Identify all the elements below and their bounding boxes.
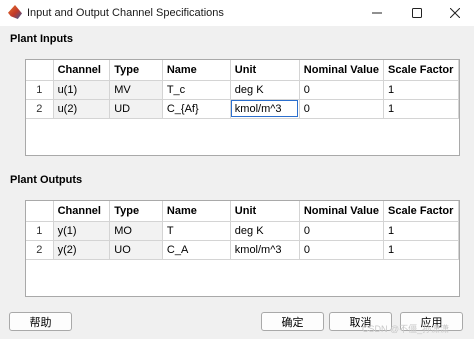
column-header-channel[interactable]: Channel <box>53 60 111 81</box>
plant-outputs-table: Channel Type Name Unit Nominal Value Sca… <box>25 200 460 297</box>
nominal-value-cell[interactable]: 0 <box>299 99 385 119</box>
channel-cell: y(2) <box>53 240 111 260</box>
column-header-type[interactable]: Type <box>109 60 163 81</box>
unit-cell[interactable]: deg K <box>230 80 300 100</box>
column-header-channel[interactable]: Channel <box>53 201 111 222</box>
name-cell[interactable]: T <box>162 221 231 241</box>
column-header-unit[interactable]: Unit <box>230 60 300 81</box>
unit-cell[interactable]: kmol/m^3 <box>230 240 300 260</box>
column-header-nominal-value[interactable]: Nominal Value <box>299 60 385 81</box>
row-number: 1 <box>26 221 54 241</box>
matlab-icon <box>8 5 22 19</box>
table-header-row: Channel Type Name Unit Nominal Value Sca… <box>26 201 459 222</box>
column-header-scale-factor[interactable]: Scale Factor <box>383 60 459 81</box>
name-cell[interactable]: T_c <box>162 80 231 100</box>
plant-inputs-grid: Channel Type Name Unit Nominal Value Sca… <box>26 60 459 119</box>
type-cell[interactable]: UO <box>109 240 163 260</box>
table-row: 2 y(2) UO C_A kmol/m^3 0 1 <box>26 240 459 260</box>
type-cell[interactable]: UD <box>109 99 163 119</box>
nominal-value-cell[interactable]: 0 <box>299 80 385 100</box>
channel-cell: u(1) <box>53 80 111 100</box>
row-number-header <box>26 60 54 81</box>
nominal-value-cell[interactable]: 0 <box>299 240 385 260</box>
column-header-nominal-value[interactable]: Nominal Value <box>299 201 385 222</box>
plant-inputs-label: Plant Inputs <box>10 33 73 45</box>
plant-inputs-table: Channel Type Name Unit Nominal Value Sca… <box>25 59 460 156</box>
help-button[interactable]: 帮助 <box>9 312 72 331</box>
row-number: 2 <box>26 240 54 260</box>
minimize-button[interactable] <box>358 0 396 26</box>
column-header-scale-factor[interactable]: Scale Factor <box>383 201 459 222</box>
type-cell[interactable]: MV <box>109 80 163 100</box>
plant-outputs-label: Plant Outputs <box>10 174 83 186</box>
column-header-type[interactable]: Type <box>109 201 163 222</box>
column-header-name[interactable]: Name <box>162 60 231 81</box>
unit-cell[interactable]: deg K <box>230 221 300 241</box>
maximize-icon <box>412 8 422 18</box>
plant-outputs-grid: Channel Type Name Unit Nominal Value Sca… <box>26 201 459 260</box>
window-title: Input and Output Channel Specifications <box>27 7 224 19</box>
title-bar: Input and Output Channel Specifications <box>0 0 474 26</box>
channel-cell: u(2) <box>53 99 111 119</box>
scale-factor-cell[interactable]: 1 <box>383 240 459 260</box>
close-icon <box>450 8 460 18</box>
maximize-button[interactable] <box>398 0 436 26</box>
table-row: 1 u(1) MV T_c deg K 0 1 <box>26 80 459 100</box>
scale-factor-cell[interactable]: 1 <box>383 99 459 119</box>
minimize-icon <box>372 12 382 14</box>
watermark: CSDN @不僵_孙潇潇 <box>362 324 450 334</box>
column-header-name[interactable]: Name <box>162 201 231 222</box>
name-cell[interactable]: C_A <box>162 240 231 260</box>
unit-cell[interactable]: kmol/m^3 <box>230 99 300 119</box>
type-cell[interactable]: MO <box>109 221 163 241</box>
row-number: 1 <box>26 80 54 100</box>
row-number: 2 <box>26 99 54 119</box>
scale-factor-cell[interactable]: 1 <box>383 221 459 241</box>
ok-button[interactable]: 确定 <box>261 312 324 331</box>
row-number-header <box>26 201 54 222</box>
table-row: 2 u(2) UD C_{Af} kmol/m^3 0 1 <box>26 99 459 119</box>
table-row: 1 y(1) MO T deg K 0 1 <box>26 221 459 241</box>
name-cell[interactable]: C_{Af} <box>162 99 231 119</box>
column-header-unit[interactable]: Unit <box>230 201 300 222</box>
table-header-row: Channel Type Name Unit Nominal Value Sca… <box>26 60 459 81</box>
nominal-value-cell[interactable]: 0 <box>299 221 385 241</box>
channel-cell: y(1) <box>53 221 111 241</box>
scale-factor-cell[interactable]: 1 <box>383 80 459 100</box>
close-button[interactable] <box>436 0 474 26</box>
